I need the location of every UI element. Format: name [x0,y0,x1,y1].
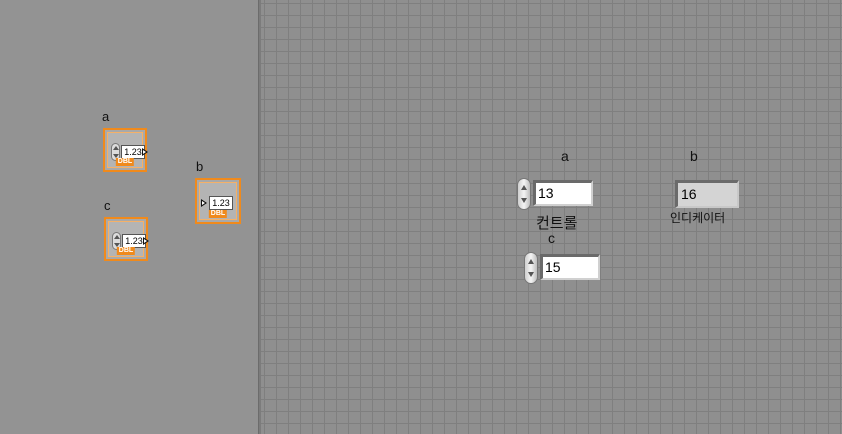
control-c-label: c [548,230,555,246]
terminal-c-label: c [104,198,111,213]
terminal-frame: 1.23 DBL [107,132,148,168]
control-a-label: a [561,148,569,164]
output-arrow-icon [143,237,149,245]
control-c-value[interactable]: 15 [540,254,600,280]
control-c[interactable]: 15 [524,252,604,284]
datatype-badge: DBL [208,210,228,218]
front-panel: a 13 컨트롤 c 15 b 16 인디케이터 [261,0,842,434]
terminal-b[interactable]: 1.23 DBL [195,178,241,224]
labview-window: a 1.23 DBL c 1.23 DBL b 1.23 DBL a 13 컨트… [0,0,842,434]
datatype-badge: DBL [116,247,136,255]
control-a-caption: 컨트롤 [536,215,578,232]
output-arrow-icon [142,148,148,156]
increment-arrow-icon[interactable] [528,259,534,264]
terminal-c[interactable]: 1.23 DBL [104,217,149,261]
control-a-value[interactable]: 13 [533,180,593,206]
indicator-b-caption: 인디케이터 [670,211,726,225]
terminal-a-label: a [102,109,110,124]
indicator-b-value: 16 [675,180,739,208]
block-diagram: a 1.23 DBL c 1.23 DBL b 1.23 DBL [0,0,258,434]
terminal-frame: 1.23 DBL [108,221,149,257]
control-a[interactable]: 13 [517,178,597,210]
datatype-badge: DBL [115,158,135,166]
decrement-arrow-icon[interactable] [528,272,534,277]
control-c-spinner[interactable] [524,252,538,284]
terminal-b-label: b [196,159,204,174]
input-arrow-icon [201,199,207,207]
decrement-arrow-icon[interactable] [521,198,527,203]
terminal-a[interactable]: 1.23 DBL [103,128,148,172]
terminal-frame: 1.23 DBL [199,182,237,220]
numeric-icon: 1.23 [209,196,233,210]
indicator-b-label: b [690,148,698,164]
control-a-spinner[interactable] [517,178,531,210]
increment-arrow-icon[interactable] [521,185,527,190]
